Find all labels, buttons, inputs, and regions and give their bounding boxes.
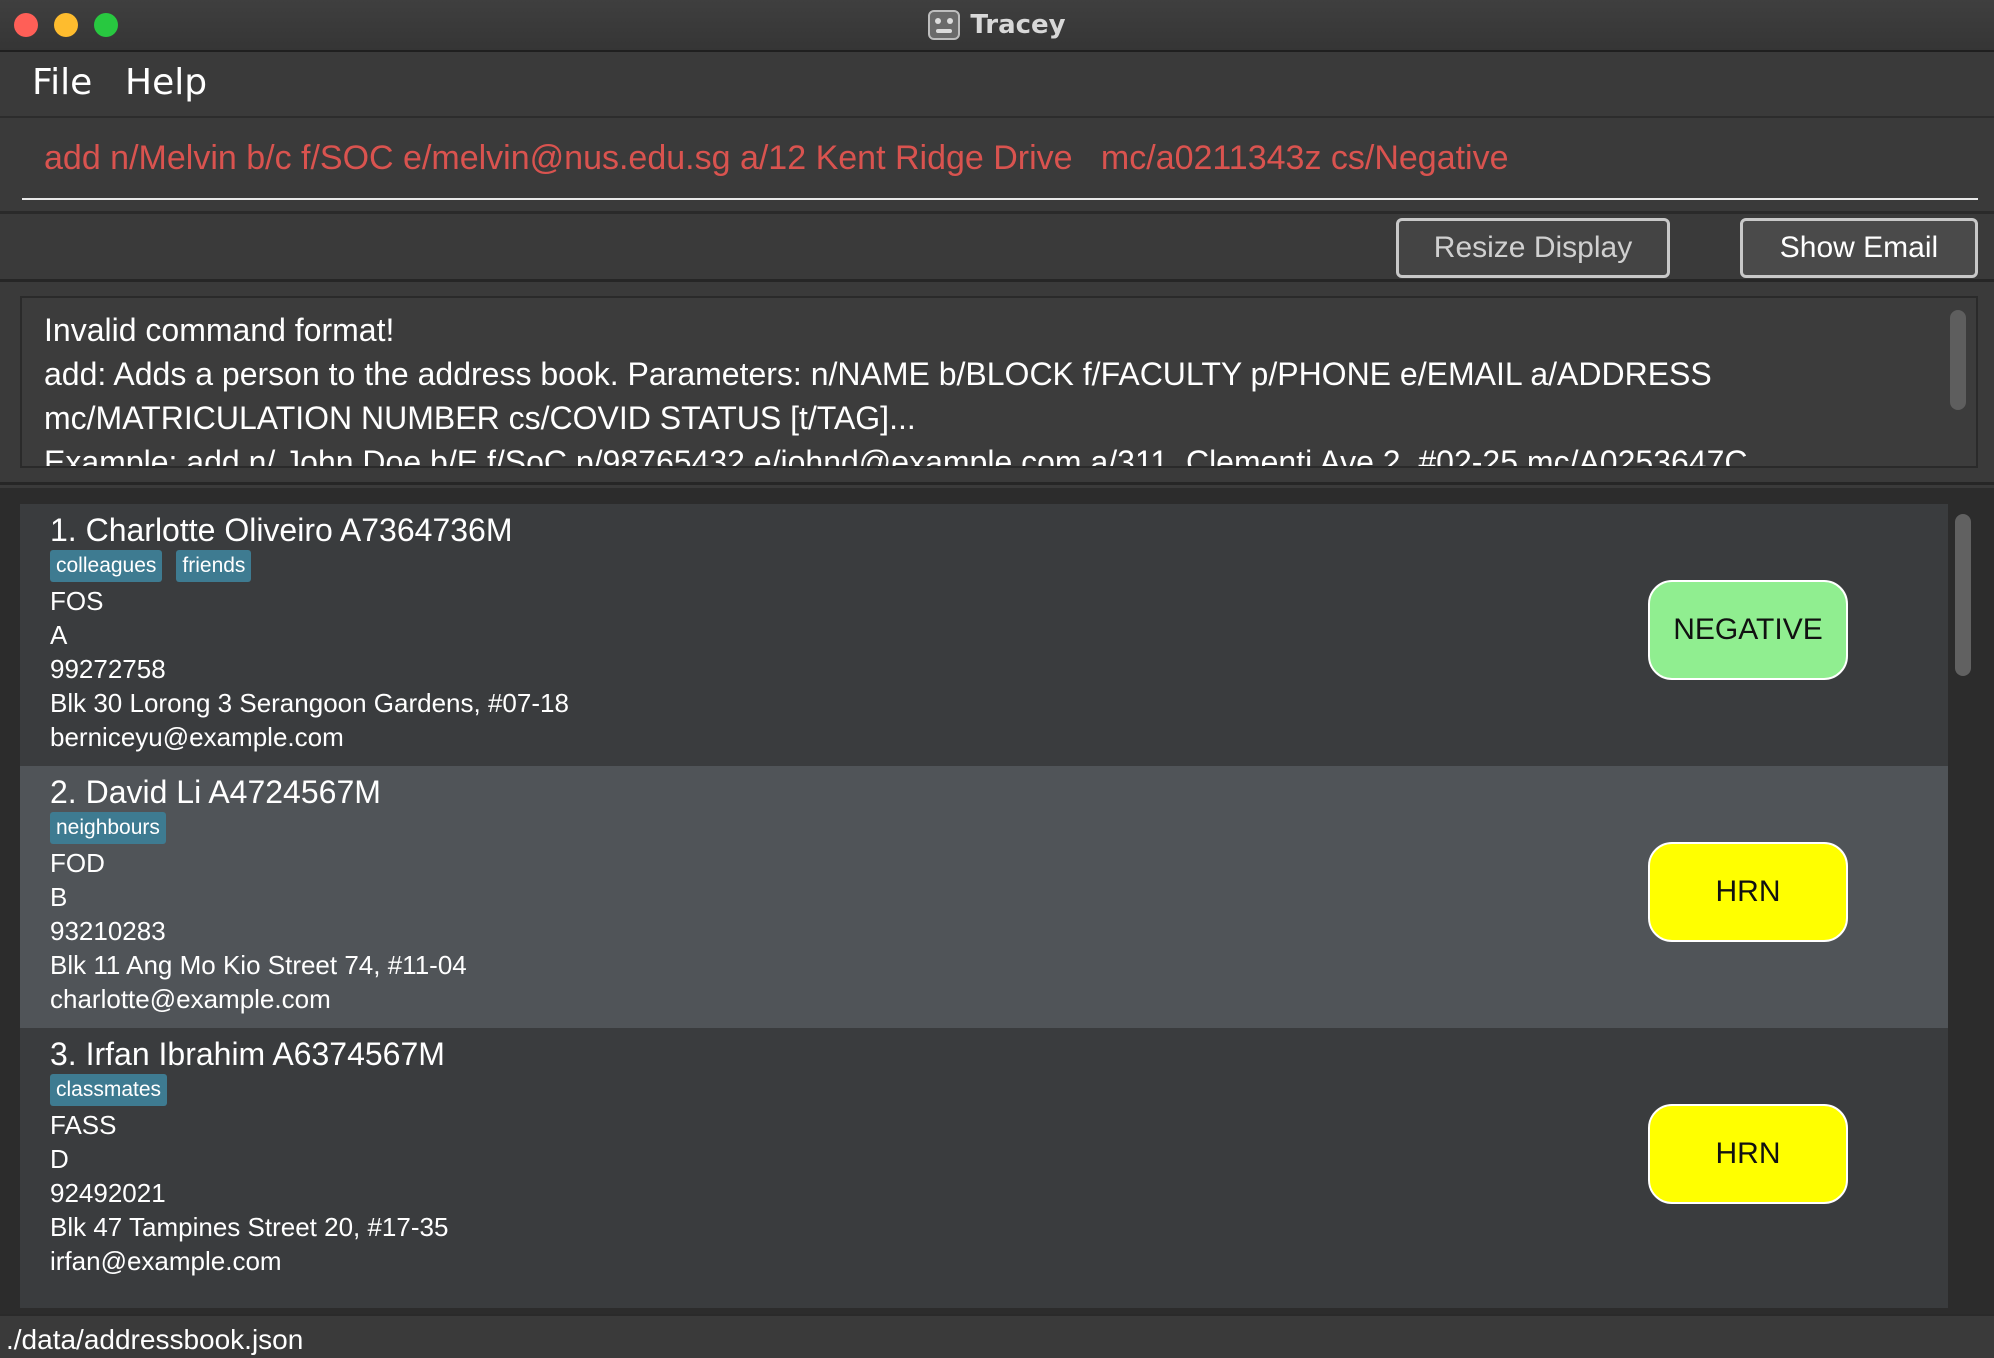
tag: colleagues bbox=[50, 550, 163, 582]
covid-status-badge: NEGATIVE bbox=[1648, 580, 1848, 680]
address: Blk 47 Tampines Street 20, #17-35 bbox=[50, 1212, 449, 1242]
window-title: Tracey bbox=[970, 10, 1066, 40]
show-email-button[interactable]: Show Email bbox=[1740, 218, 1978, 278]
faculty: FASS bbox=[50, 1110, 117, 1140]
tag: friends bbox=[176, 550, 252, 582]
block: B bbox=[50, 882, 68, 912]
tag-list: neighbours bbox=[50, 812, 166, 844]
resize-display-button[interactable]: Resize Display bbox=[1396, 218, 1670, 278]
window-title-group: Tracey bbox=[0, 0, 1994, 50]
block: A bbox=[50, 620, 68, 650]
covid-status-badge: HRN bbox=[1648, 1104, 1848, 1204]
address: Blk 30 Lorong 3 Serangoon Gardens, #07-1… bbox=[50, 688, 569, 718]
person-name: 2. David Li A4724567M bbox=[50, 774, 381, 810]
menu-help[interactable]: Help bbox=[125, 62, 207, 103]
email: berniceyu@example.com bbox=[50, 722, 344, 752]
tag: classmates bbox=[50, 1074, 168, 1106]
command-box bbox=[0, 118, 1994, 214]
title-bar: Tracey bbox=[0, 0, 1994, 52]
status-bar: ./data/addressbook.json bbox=[0, 1314, 1994, 1358]
person-list-scrollbar[interactable] bbox=[1955, 514, 1971, 676]
tag-list: colleagues friends bbox=[50, 550, 252, 582]
data-file-path: ./data/addressbook.json bbox=[6, 1324, 304, 1355]
result-line: add: Adds a person to the address book. … bbox=[44, 356, 1712, 392]
phone: 99272758 bbox=[50, 654, 166, 684]
tag-list: classmates bbox=[50, 1074, 168, 1106]
phone: 92492021 bbox=[50, 1178, 166, 1208]
result-scrollbar[interactable] bbox=[1950, 310, 1966, 410]
person-name: 1. Charlotte Oliveiro A7364736M bbox=[50, 512, 513, 548]
tag: neighbours bbox=[50, 812, 166, 844]
result-line: mc/MATRICULATION NUMBER cs/COVID STATUS … bbox=[44, 400, 916, 436]
phone: 93210283 bbox=[50, 916, 166, 946]
person-card[interactable]: 1. Charlotte Oliveiro A7364736M colleagu… bbox=[20, 504, 1948, 766]
person-card[interactable]: 3. Irfan Ibrahim A6374567M classmates FA… bbox=[20, 1028, 1948, 1290]
person-name: 3. Irfan Ibrahim A6374567M bbox=[50, 1036, 445, 1072]
person-card[interactable]: 2. David Li A4724567M neighbours FOD B 9… bbox=[20, 766, 1948, 1028]
email: irfan@example.com bbox=[50, 1246, 282, 1276]
menu-bar: File Help bbox=[0, 52, 1994, 118]
person-list: 1. Charlotte Oliveiro A7364736M colleagu… bbox=[20, 504, 1948, 1308]
person-list-panel: 1. Charlotte Oliveiro A7364736M colleagu… bbox=[0, 488, 1994, 1314]
result-display[interactable]: Invalid command format! add: Adds a pers… bbox=[20, 296, 1978, 468]
block: D bbox=[50, 1144, 69, 1174]
button-bar: Resize Display Show Email bbox=[0, 214, 1994, 282]
faculty: FOD bbox=[50, 848, 105, 878]
email: charlotte@example.com bbox=[50, 984, 331, 1014]
app-icon bbox=[928, 10, 961, 40]
command-input[interactable] bbox=[22, 118, 1978, 200]
address: Blk 11 Ang Mo Kio Street 74, #11-04 bbox=[50, 950, 467, 980]
result-line: Example: add n/ John Doe b/E f/SoC p/987… bbox=[44, 444, 1748, 468]
faculty: FOS bbox=[50, 586, 104, 616]
result-line: Invalid command format! bbox=[44, 312, 395, 348]
result-display-panel: Invalid command format! add: Adds a pers… bbox=[0, 285, 1994, 485]
result-text: Invalid command format! add: Adds a pers… bbox=[44, 308, 1924, 468]
covid-status-badge: HRN bbox=[1648, 842, 1848, 942]
menu-file[interactable]: File bbox=[32, 62, 92, 103]
